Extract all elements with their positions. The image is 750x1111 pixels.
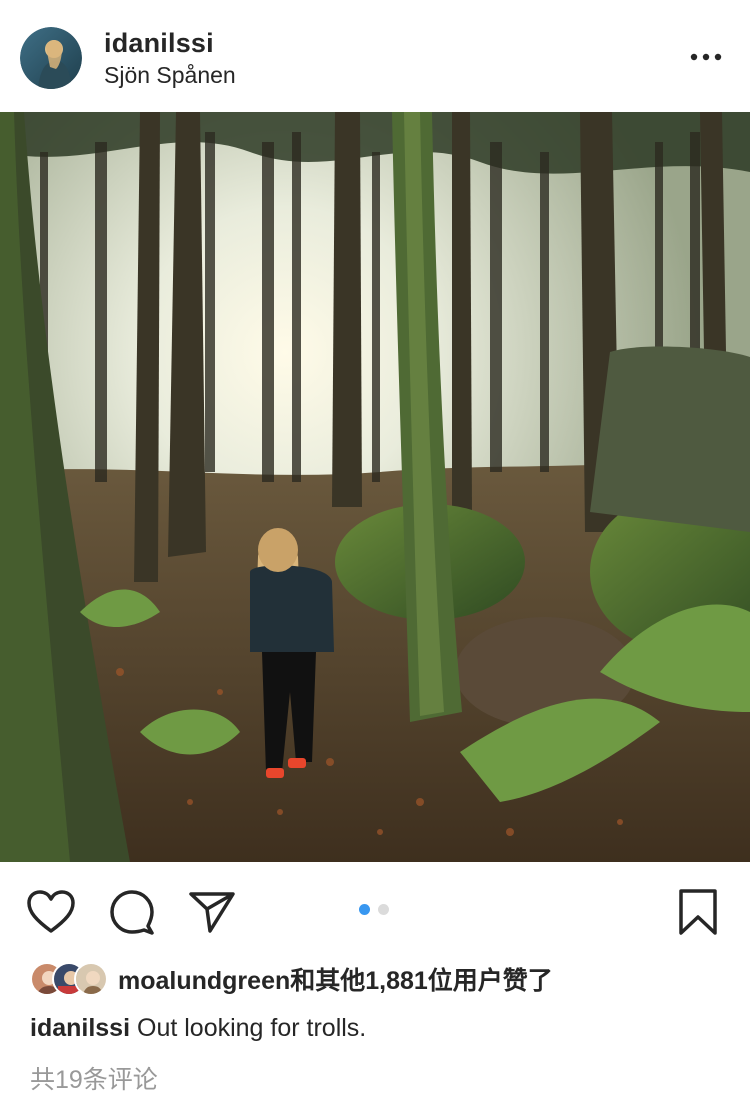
caption-text: Out looking for trolls. [130, 1014, 367, 1042]
likes-count-text[interactable]: moalundgreen和其他1,881位用户赞了 [118, 961, 553, 997]
share-button[interactable] [186, 886, 238, 938]
profile-avatar[interactable] [20, 27, 82, 89]
post-header: idanilssi Sjön Spånen [0, 0, 750, 112]
caption-username[interactable]: idanilssi [30, 1014, 130, 1042]
bookmark-icon [679, 889, 717, 935]
carousel-dot-active [359, 904, 370, 915]
more-horizontal-icon [690, 53, 722, 61]
carousel-indicator [359, 904, 389, 915]
liker-avatar [74, 962, 108, 996]
post-username[interactable]: idanilssi [104, 28, 214, 59]
save-button[interactable] [672, 886, 724, 938]
post-caption: idanilssi Out looking for trolls. [30, 1014, 366, 1043]
carousel-dot [378, 904, 389, 915]
share-icon [189, 892, 235, 933]
like-button[interactable] [25, 886, 77, 938]
comment-button[interactable] [106, 886, 158, 938]
view-comments-link[interactable]: 共19条评论 [30, 1060, 158, 1096]
post-photo[interactable] [0, 112, 750, 862]
heart-icon [27, 890, 75, 933]
post-location[interactable]: Sjön Spånen [104, 62, 236, 89]
more-options-button[interactable] [686, 40, 726, 74]
comment-icon [110, 890, 154, 935]
post-actions-bar [0, 862, 750, 957]
likes-row[interactable]: moalundgreen和其他1,881位用户赞了 [30, 960, 553, 998]
